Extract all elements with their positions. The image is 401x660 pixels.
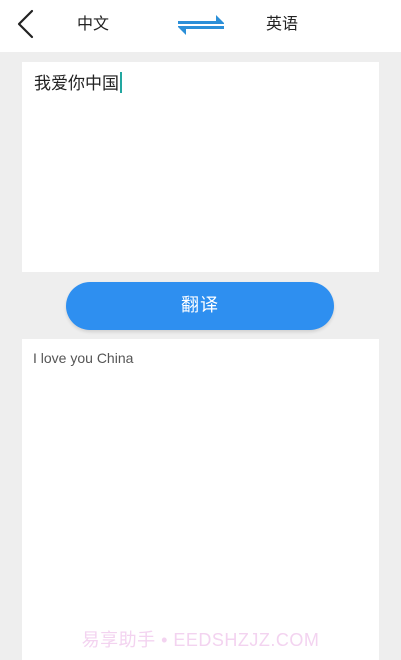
translation-result-panel: I love you China — [22, 339, 379, 660]
swap-language-button[interactable] — [176, 12, 226, 36]
source-language-selector[interactable]: 中文 — [77, 14, 109, 34]
source-text-value: 我爱你中国 — [34, 74, 119, 94]
source-text-input[interactable]: 我爱你中国 — [22, 62, 379, 272]
text-caret — [120, 72, 122, 93]
back-button[interactable] — [8, 6, 42, 44]
translation-result-text: I love you China — [33, 350, 134, 366]
chevron-left-icon — [17, 9, 34, 39]
top-bar: 中文 英语 — [0, 0, 401, 52]
translate-button[interactable]: 翻译 — [66, 282, 334, 330]
watermark: 易享助手 • EEDSHZJZ.COM — [81, 630, 320, 650]
swap-arrows-icon — [178, 15, 224, 35]
target-language-selector[interactable]: 英语 — [266, 14, 298, 34]
